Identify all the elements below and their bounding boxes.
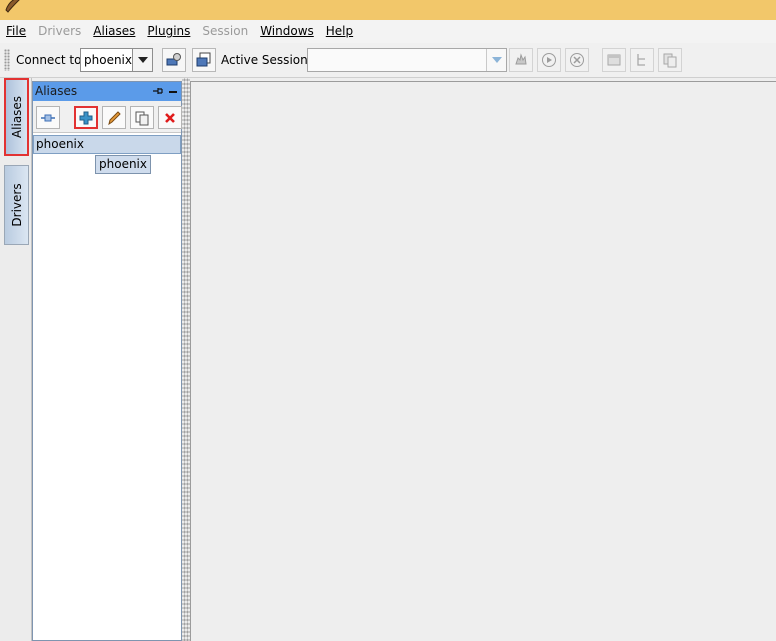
menu-session[interactable]: Session xyxy=(202,20,248,43)
active-session-label: Active Session: xyxy=(221,53,312,67)
tab-drivers[interactable]: Drivers xyxy=(4,165,29,245)
add-alias-button[interactable] xyxy=(74,106,98,129)
copy-session-button[interactable] xyxy=(658,48,682,72)
object-tree-button[interactable] xyxy=(630,48,654,72)
app-logo-icon xyxy=(5,0,20,13)
edit-alias-button[interactable] xyxy=(102,106,126,129)
new-session-button[interactable] xyxy=(192,48,216,72)
aliases-panel-header: Aliases xyxy=(33,82,181,101)
window-icon xyxy=(607,54,621,66)
new-tab-button[interactable] xyxy=(602,48,626,72)
tab-aliases[interactable]: Aliases xyxy=(4,78,29,156)
connect-to-label: Connect to: xyxy=(16,53,86,67)
active-session-combo[interactable] xyxy=(307,48,507,72)
stop-button[interactable] xyxy=(565,48,589,72)
menu-bar: File Drivers Aliases Plugins Session Win… xyxy=(0,20,776,43)
play-icon xyxy=(542,53,556,67)
tab-aliases-label: Aliases xyxy=(9,95,24,139)
connect-to-combo[interactable]: phoenix xyxy=(80,48,153,72)
copy-icon xyxy=(663,53,677,68)
plug-icon xyxy=(41,114,55,121)
copy-icon xyxy=(135,111,149,125)
tab-drivers-label: Drivers xyxy=(9,183,24,227)
main-toolbar: Connect to: phoenix Active Session: xyxy=(0,43,776,78)
aliases-panel-title: Aliases xyxy=(35,84,78,98)
menu-drivers[interactable]: Drivers xyxy=(38,20,81,43)
menu-help[interactable]: Help xyxy=(326,20,353,43)
run-button[interactable] xyxy=(537,48,561,72)
chevron-down-icon[interactable] xyxy=(132,49,152,71)
minimize-icon[interactable] xyxy=(169,91,177,93)
session-desktop-area xyxy=(190,81,776,641)
alias-list-item[interactable]: phoenix xyxy=(33,135,181,154)
menu-windows[interactable]: Windows xyxy=(260,20,314,43)
tree-icon xyxy=(637,54,645,66)
session-icon xyxy=(196,52,211,67)
pencil-icon xyxy=(108,110,121,125)
toolbar-grip[interactable] xyxy=(4,49,10,71)
title-bar xyxy=(0,0,776,20)
pin-icon[interactable] xyxy=(152,85,164,97)
hand-icon xyxy=(515,53,527,65)
copy-alias-button[interactable] xyxy=(130,106,154,129)
menu-plugins[interactable]: Plugins xyxy=(147,20,190,43)
menu-file[interactable]: File xyxy=(6,20,26,43)
commit-button[interactable] xyxy=(509,48,533,72)
connect-icon xyxy=(166,53,181,66)
panel-splitter[interactable] xyxy=(182,78,190,641)
menu-aliases[interactable]: Aliases xyxy=(93,20,135,43)
connect-alias-button[interactable] xyxy=(36,106,60,129)
aliases-panel: Aliases phoenix phoenix xyxy=(32,81,182,641)
alias-tooltip: phoenix xyxy=(95,155,151,174)
chevron-down-icon[interactable] xyxy=(486,49,506,71)
plus-icon xyxy=(79,111,93,124)
connect-to-value: phoenix xyxy=(84,53,132,67)
delete-icon xyxy=(165,112,175,123)
stop-icon xyxy=(570,53,584,67)
delete-alias-button[interactable] xyxy=(158,106,182,129)
aliases-toolbar xyxy=(33,101,182,133)
side-tab-strip: Aliases Drivers xyxy=(0,78,32,641)
connect-button[interactable] xyxy=(162,48,186,72)
